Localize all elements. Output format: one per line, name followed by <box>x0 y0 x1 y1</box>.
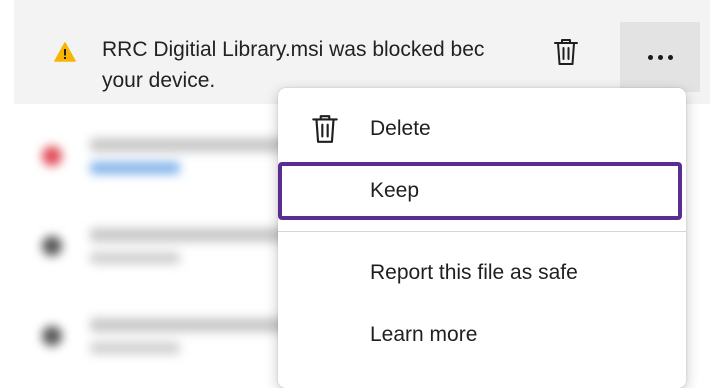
delete-button[interactable] <box>546 30 586 74</box>
context-menu: Delete Keep Report this file as safe Lea… <box>278 88 686 388</box>
blocked-message-line1: RRC Digitial Library.msi was blocked bec <box>102 38 485 61</box>
menu-item-report-safe[interactable]: Report this file as safe <box>278 242 686 304</box>
trash-icon <box>310 113 340 145</box>
list-item <box>30 218 290 278</box>
list-item <box>30 128 290 188</box>
menu-item-label: Learn more <box>370 323 478 346</box>
downloads-panel: RRC Digitial Library.msi was blocked bec… <box>0 0 710 388</box>
menu-item-label: Keep <box>370 179 420 202</box>
menu-item-label: Delete <box>370 117 431 140</box>
menu-item-keep[interactable]: Keep <box>278 162 682 220</box>
menu-separator <box>278 231 686 232</box>
menu-item-label: Report this file as safe <box>370 261 578 284</box>
blocked-message: RRC Digitial Library.msi was blocked bec… <box>102 34 528 96</box>
more-options-button[interactable] <box>620 22 700 92</box>
text-fade <box>484 30 544 70</box>
trash-icon <box>554 39 578 65</box>
menu-item-learn-more[interactable]: Learn more <box>278 304 686 366</box>
list-item <box>30 308 290 368</box>
warning-icon <box>54 42 76 62</box>
more-icon <box>647 54 673 60</box>
menu-item-delete[interactable]: Delete <box>278 98 686 160</box>
